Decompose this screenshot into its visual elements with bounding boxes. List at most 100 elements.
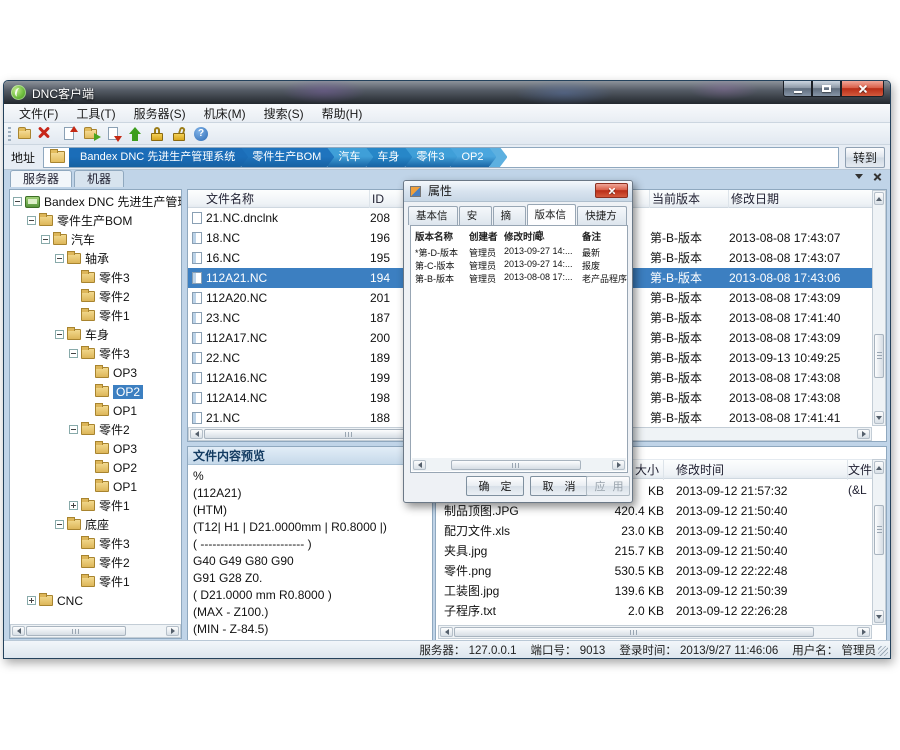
column-header-version-name[interactable]: 版本名称 [415,229,453,243]
collapse-icon[interactable] [41,235,50,244]
tree-item-OP3[interactable]: OP3 [10,439,181,458]
tree-item-零件3[interactable]: 零件3 [10,268,181,287]
dialog-tab-版本信息[interactable]: 版本信息 [527,204,577,225]
column-header-file[interactable]: 文件(&L [848,460,874,480]
dialog-tab-摘要[interactable]: 摘要 [493,206,526,225]
list-item[interactable]: 子程序.txt2.0 KB2013-09-12 22:26:28 [436,601,872,621]
breadcrumb-segment-1[interactable]: 零件生产BOM [241,147,334,168]
lock-icon[interactable] [147,125,167,143]
scroll-left-icon[interactable] [413,460,426,470]
tree-item-CNC[interactable]: CNC [10,591,181,610]
menu-item-3[interactable]: 机床(M) [195,104,255,123]
close-button[interactable] [841,81,884,97]
tree-item-车身[interactable]: 车身 [10,325,181,344]
scroll-left-icon[interactable] [12,626,25,636]
file-vertical-scrollbar[interactable] [872,190,886,426]
address-field[interactable]: Bandex DNC 先进生产管理系统零件生产BOM汽车车身零件3OP2 [43,147,839,168]
list-item[interactable]: 制品顶图.JPG420.4 KB2013-09-12 21:50:40 [436,501,872,521]
tree-item-零件3[interactable]: 零件3 [10,534,181,553]
breadcrumb-segment-0[interactable]: Bandex DNC 先进生产管理系统 [69,147,248,168]
dialog-scroll-thumb[interactable] [451,460,581,470]
column-header-version[interactable]: 当前版本 [650,190,729,208]
tree-scroll-thumb[interactable] [26,626,126,636]
tree-item-零件1[interactable]: 零件1 [10,496,181,515]
expand-icon[interactable] [69,501,78,510]
resize-grip[interactable] [878,646,888,656]
attachment-horizontal-scrollbar[interactable] [438,625,872,639]
collapse-icon[interactable] [69,425,78,434]
tree-item-零件3[interactable]: 零件3 [10,344,181,363]
scroll-right-icon[interactable] [612,460,625,470]
list-item[interactable]: 夹具.jpg215.7 KB2013-09-12 21:50:40 [436,541,872,561]
collapse-icon[interactable] [27,216,36,225]
tree-item-零件2[interactable]: 零件2 [10,420,181,439]
scroll-left-icon[interactable] [440,627,453,637]
maximize-button[interactable] [812,81,841,97]
scroll-down-icon[interactable] [874,411,884,424]
tree-item-OP1[interactable]: OP1 [10,401,181,420]
scroll-right-icon[interactable] [857,627,870,637]
close-panel-icon[interactable] [873,172,882,181]
list-item[interactable]: 零件.png530.5 KB2013-09-12 22:22:48 [436,561,872,581]
collapse-icon[interactable] [55,254,64,263]
tree-item-OP1[interactable]: OP1 [10,477,181,496]
dialog-close-button[interactable] [595,183,628,198]
attachment-scroll-thumb[interactable] [874,505,884,555]
collapse-icon[interactable] [69,349,78,358]
tree-item-零件生产BOM[interactable]: 零件生产BOM [10,211,181,230]
go-button[interactable]: 转到 [845,147,885,168]
attachment-vertical-scrollbar[interactable] [872,459,886,625]
menu-item-4[interactable]: 搜索(S) [255,104,313,123]
column-header-note[interactable]: 备注 [582,229,601,243]
tab-服务器[interactable]: 服务器 [10,170,72,187]
minimize-button[interactable] [783,81,812,97]
version-row[interactable]: 第-B-版本管理员2013-08-08 17:...老产品程序 [411,272,627,285]
unlock-icon[interactable] [169,125,189,143]
scroll-right-icon[interactable] [166,626,179,636]
scroll-up-icon[interactable] [874,192,884,205]
column-header-name[interactable]: 文件名称 [188,190,370,208]
tree-horizontal-scrollbar[interactable] [10,624,181,638]
cancel-button[interactable]: 取 消 [530,476,588,496]
version-row[interactable]: 第-C-版本管理员2013-09-27 14:...报废 [411,259,627,272]
download-file-icon[interactable] [103,125,123,143]
title-bar[interactable]: DNC客户端 [4,81,890,104]
tab-机器[interactable]: 机器 [74,170,124,187]
tree-item-零件1[interactable]: 零件1 [10,306,181,325]
menu-item-1[interactable]: 工具(T) [67,104,124,123]
import-folder-icon[interactable] [81,125,101,143]
dialog-tab-快捷方式[interactable]: 快捷方式 [577,206,627,225]
tree-item-汽车[interactable]: 汽车 [10,230,181,249]
attachment-hscroll-thumb[interactable] [454,627,814,637]
menu-item-0[interactable]: 文件(F) [10,104,67,123]
apply-button[interactable]: 应 用 [586,476,630,496]
file-scroll-thumb[interactable] [874,334,884,378]
send-icon[interactable] [125,125,145,143]
tree-item-零件1[interactable]: 零件1 [10,572,181,591]
tree-item-轴承[interactable]: 轴承 [10,249,181,268]
scroll-down-icon[interactable] [874,610,884,623]
column-header-creator[interactable]: 创建者 [469,229,498,243]
column-header-modified[interactable]: 修改时间 [664,460,848,480]
collapse-icon[interactable] [13,197,22,206]
scroll-left-icon[interactable] [190,429,203,439]
tree-item-底座[interactable]: 底座 [10,515,181,534]
tree-item-OP2[interactable]: OP2 [10,458,181,477]
scroll-up-icon[interactable] [874,461,884,474]
dialog-horizontal-scrollbar[interactable] [412,458,626,471]
tree-item-OP2[interactable]: OP2 [10,382,181,401]
tree-item-Bandex DNC 先进生产管理系统[interactable]: Bandex DNC 先进生产管理系统 [10,192,181,211]
new-folder-icon[interactable] [15,125,35,143]
breadcrumb-segment-4[interactable]: 零件3 [405,147,457,168]
collapse-icon[interactable] [55,520,64,529]
menu-item-5[interactable]: 帮助(H) [313,104,372,123]
scroll-right-icon[interactable] [857,429,870,439]
help-icon[interactable]: ? [191,125,211,143]
dialog-title-bar[interactable]: 属性 [404,181,632,202]
upload-file-icon[interactable] [59,125,79,143]
dialog-tab-基本信息[interactable]: 基本信息 [408,206,458,225]
tree-item-OP3[interactable]: OP3 [10,363,181,382]
collapse-icon[interactable] [55,330,64,339]
chevron-down-icon[interactable] [855,174,863,179]
column-header-date[interactable]: 修改日期 [729,190,874,208]
